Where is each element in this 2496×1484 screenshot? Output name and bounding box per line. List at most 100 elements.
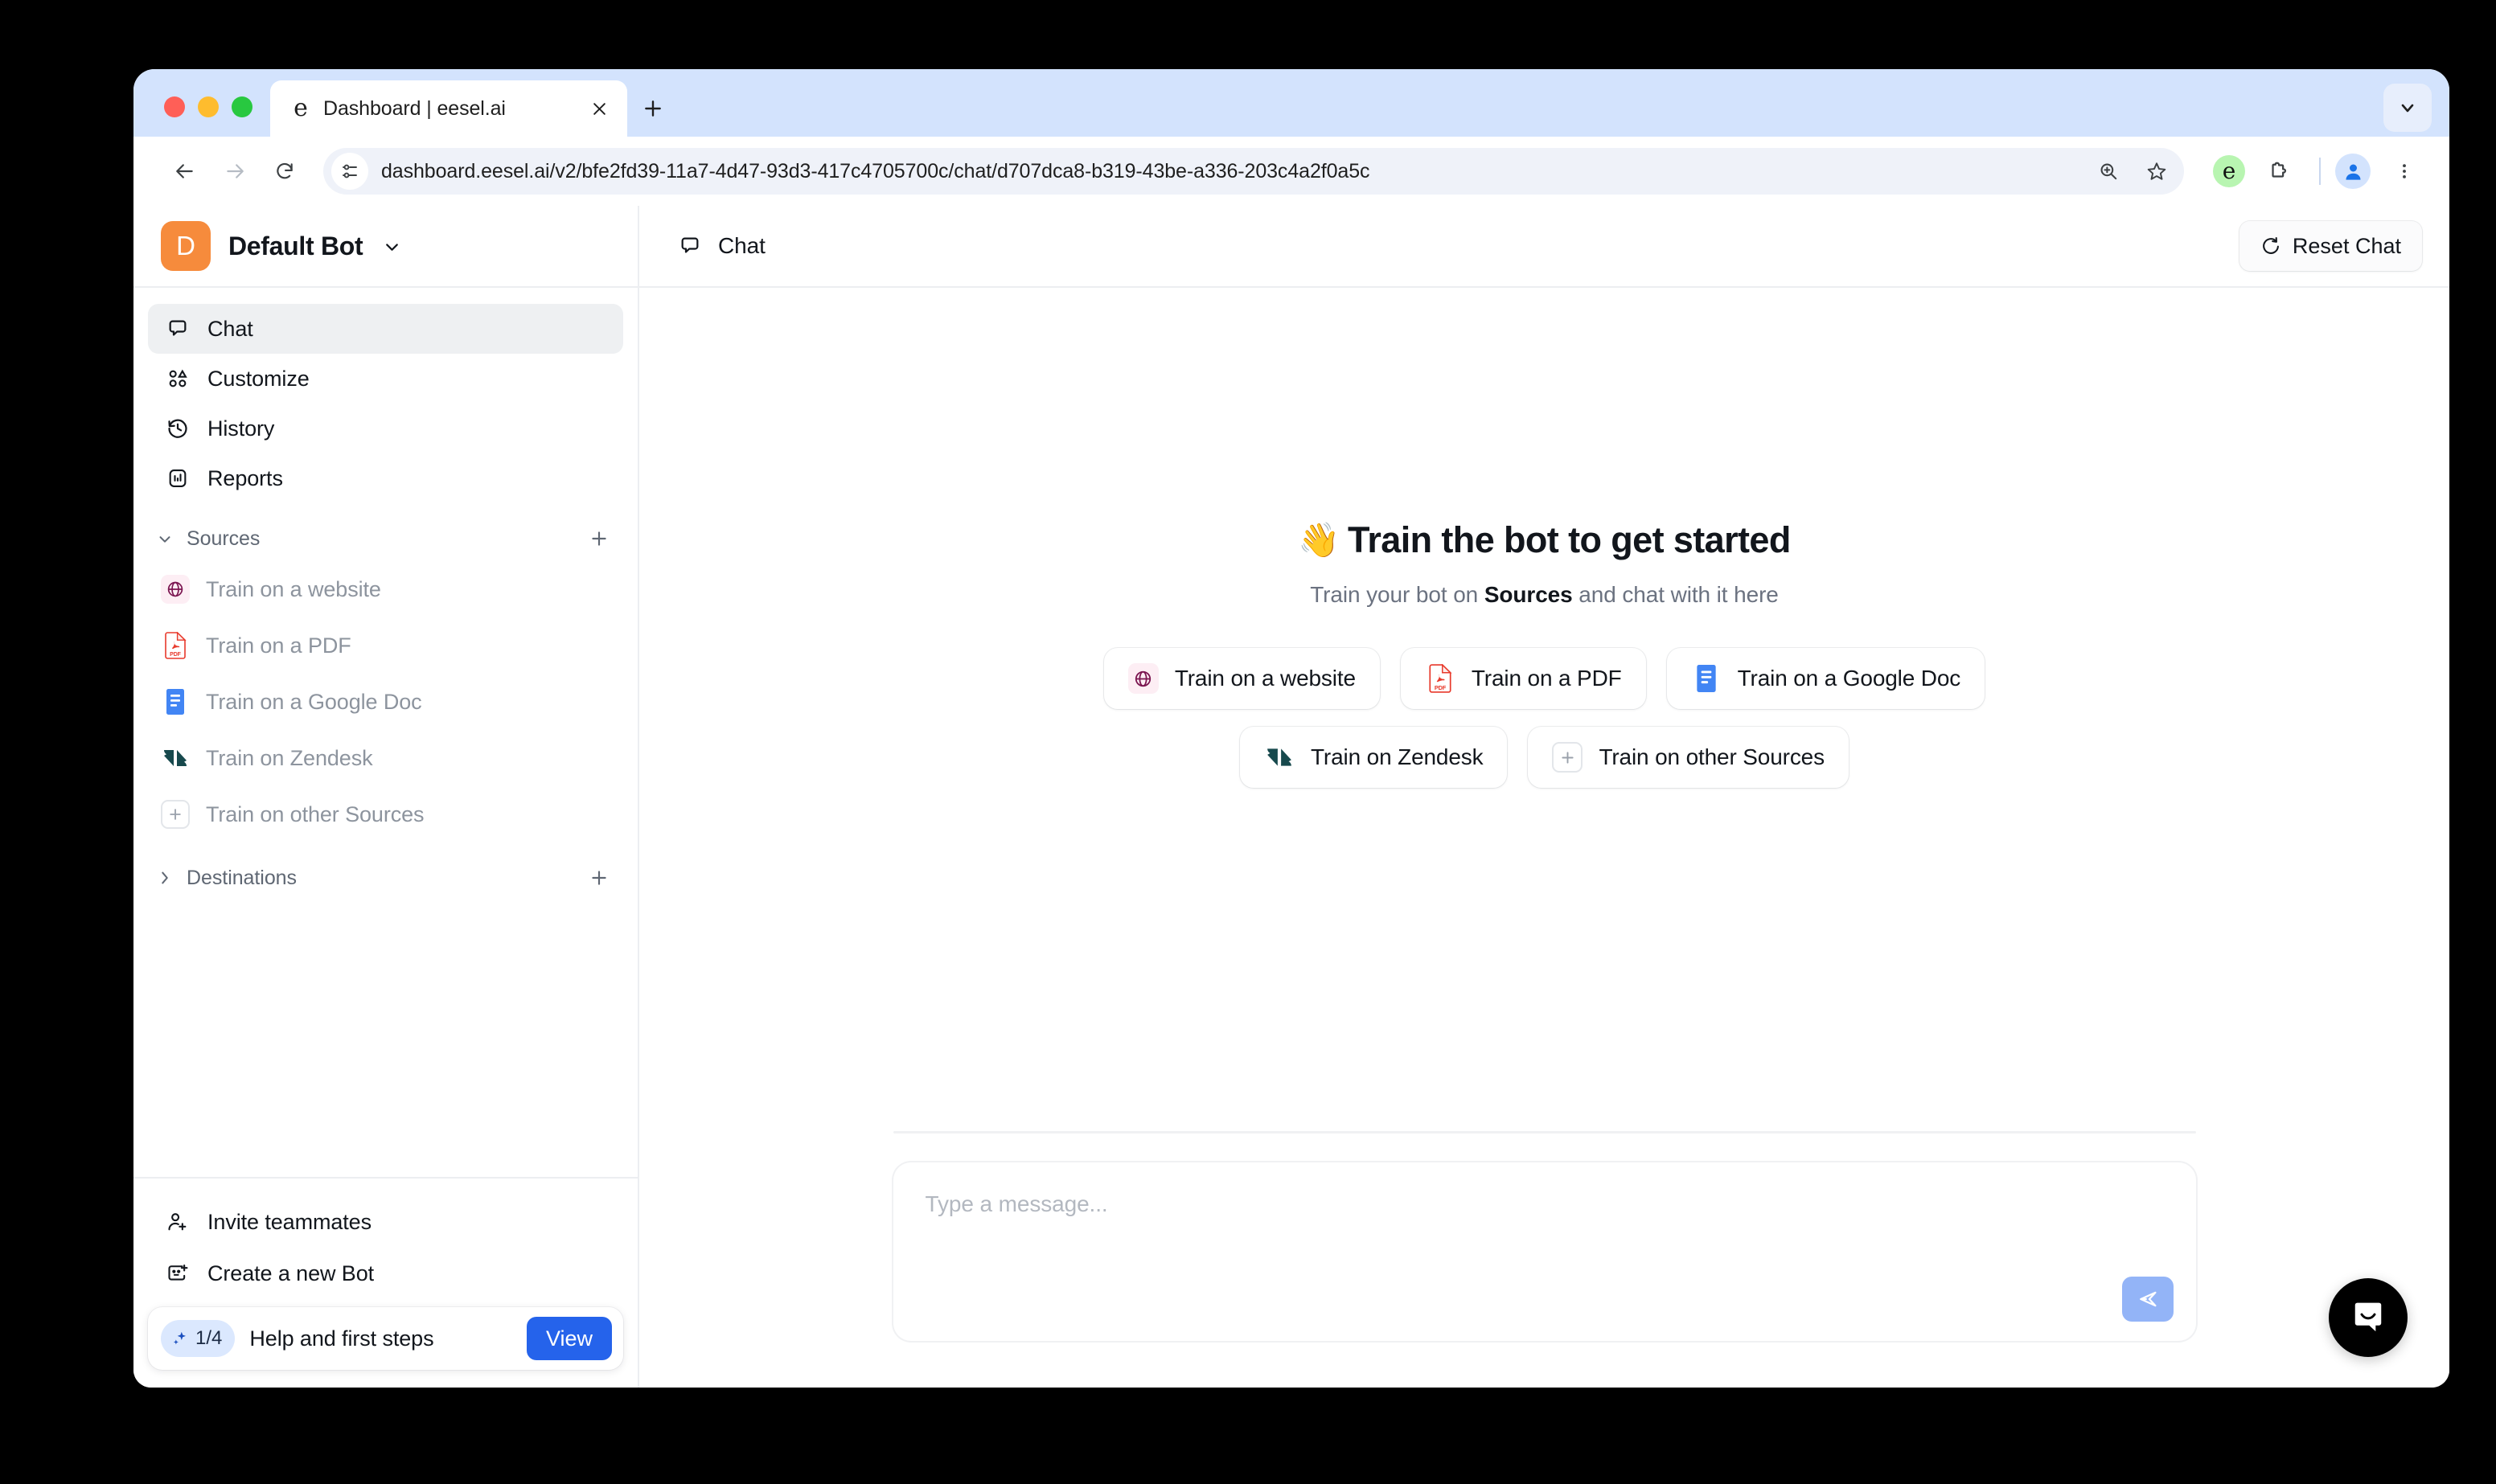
chevron-right-icon[interactable]	[156, 869, 177, 887]
empty-state-title-text: Train the bot to get started	[1347, 519, 1791, 560]
site-settings-icon[interactable]	[331, 153, 368, 190]
chip-train-on-other-sources[interactable]: Train on other Sources	[1528, 727, 1849, 788]
app-page: D Default Bot Chat Customize History Rep…	[133, 206, 2449, 1388]
sidebar-footer: Invite teammates Create a new Bot 1/4 He…	[133, 1177, 638, 1388]
intercom-chat-launcher[interactable]	[2329, 1278, 2408, 1357]
invite-teammates-button[interactable]: Invite teammates	[148, 1196, 623, 1248]
help-progress-text: 1/4	[195, 1327, 223, 1349]
sidebar-source-train-on-other-sources[interactable]: Train on other Sources	[133, 786, 638, 842]
help-view-button[interactable]: View	[526, 1317, 612, 1360]
chip-label: Train on a PDF	[1471, 666, 1622, 691]
device-frame: e Dashboard | eesel.ai dashboard.eesel.a…	[43, 19, 2453, 1465]
zendesk-icon	[1264, 742, 1295, 773]
send-paper-plane-icon	[2139, 1291, 2156, 1307]
maximize-window-button[interactable]	[232, 96, 252, 117]
omnibox-action-icons	[2088, 148, 2178, 195]
sidebar-item-customize[interactable]: Customize	[148, 354, 623, 404]
sidebar-item-label: Customize	[207, 366, 310, 391]
reset-chat-button[interactable]: Reset Chat	[2239, 221, 2422, 271]
zendesk-icon	[161, 744, 190, 773]
browser-tab-title: Dashboard | eesel.ai	[323, 96, 506, 120]
google-docs-icon	[1691, 663, 1722, 694]
zoom-in-icon[interactable]	[2088, 150, 2129, 192]
tab-search-chevron-down-icon[interactable]	[2383, 84, 2432, 132]
sources-group-header[interactable]: Sources	[133, 516, 638, 561]
new-tab-button[interactable]	[627, 80, 679, 137]
pdf-file-icon: PDF	[1425, 663, 1455, 694]
main-content: Chat Reset Chat 👋 Train the bot to get s…	[639, 206, 2449, 1388]
browser-tab-strip: e Dashboard | eesel.ai	[133, 69, 2449, 137]
user-plus-icon	[166, 1210, 190, 1234]
chip-train-on-a-website[interactable]: Train on a website	[1103, 648, 1380, 709]
forward-arrow-icon[interactable]	[212, 149, 257, 194]
back-arrow-icon[interactable]	[162, 149, 207, 194]
suggestion-chips: Train on a website PDF Train on a PDF Tr…	[1103, 648, 1985, 788]
intercom-chat-icon	[2354, 1302, 2382, 1332]
sidebar-item-label: Chat	[207, 316, 253, 341]
svg-text:PDF: PDF	[1435, 684, 1447, 691]
browser-tab[interactable]: e Dashboard | eesel.ai	[270, 80, 627, 137]
waving-hand-icon: 👋	[1298, 520, 1340, 559]
reset-chat-label: Reset Chat	[2292, 233, 2401, 258]
sidebar-nav: Chat Customize History Reports	[133, 288, 638, 503]
source-label: Train on a PDF	[206, 633, 351, 658]
bot-name: Default Bot	[228, 231, 363, 260]
sidebar-source-train-on-a-pdf[interactable]: PDF Train on a PDF	[133, 617, 638, 674]
chip-train-on-a-pdf[interactable]: PDF Train on a PDF	[1400, 648, 1646, 709]
sidebar-item-label: History	[207, 416, 275, 441]
app-sidebar: D Default Bot Chat Customize History Rep…	[133, 206, 639, 1388]
three-dot-menu-icon[interactable]	[2383, 150, 2425, 192]
star-icon[interactable]	[2136, 150, 2178, 192]
globe-icon	[161, 575, 190, 604]
source-label: Train on other Sources	[206, 801, 425, 826]
sidebar-source-train-on-zendesk[interactable]: Train on Zendesk	[133, 730, 638, 786]
minimize-window-button[interactable]	[198, 96, 219, 117]
sidebar-item-reports[interactable]: Reports	[148, 453, 623, 503]
extensions-puzzle-icon[interactable]	[2258, 150, 2300, 192]
bot-switcher[interactable]: D Default Bot	[133, 206, 638, 288]
address-bar[interactable]: dashboard.eesel.ai/v2/bfe2fd39-11a7-4d47…	[323, 148, 2184, 195]
address-bar-url: dashboard.eesel.ai/v2/bfe2fd39-11a7-4d47…	[381, 159, 1370, 182]
help-progress-badge: 1/4	[161, 1320, 236, 1357]
sidebar-item-history[interactable]: History	[148, 404, 623, 453]
chevron-down-icon[interactable]	[382, 236, 402, 256]
plus-box-icon	[161, 800, 190, 829]
browser-toolbar: dashboard.eesel.ai/v2/bfe2fd39-11a7-4d47…	[133, 137, 2449, 206]
footer-item-label: Create a new Bot	[207, 1261, 375, 1285]
add-destination-plus-icon[interactable]	[585, 863, 614, 892]
send-message-button[interactable]	[2121, 1277, 2174, 1322]
globe-icon	[1127, 663, 1159, 694]
tab-strip-spacer	[679, 80, 2383, 137]
message-input[interactable]: Type a message...	[893, 1162, 2196, 1341]
eesel-extension-icon[interactable]: e	[2213, 155, 2245, 187]
footer-item-label: Invite teammates	[207, 1209, 372, 1234]
main-header: Chat Reset Chat	[639, 206, 2449, 288]
sidebar-source-train-on-a-google-doc[interactable]: Train on a Google Doc	[133, 674, 638, 730]
composer-divider	[893, 1131, 2196, 1133]
message-input-placeholder: Type a message...	[925, 1191, 1108, 1216]
subtitle-bold: Sources	[1484, 582, 1573, 607]
sidebar-source-train-on-a-website[interactable]: Train on a website	[133, 561, 638, 617]
chat-bubble-icon	[678, 234, 702, 258]
toolbar-right-cluster: e	[2203, 150, 2425, 192]
help-card-label: Help and first steps	[249, 1326, 434, 1351]
chevron-down-icon[interactable]	[156, 530, 177, 547]
create-new-bot-button[interactable]: Create a new Bot	[148, 1248, 623, 1299]
reload-icon[interactable]	[262, 149, 307, 194]
chip-train-on-a-google-doc[interactable]: Train on a Google Doc	[1666, 648, 1985, 709]
destinations-group-header[interactable]: Destinations	[133, 855, 638, 900]
source-label: Train on a Google Doc	[206, 689, 422, 714]
sidebar-item-chat[interactable]: Chat	[148, 304, 623, 354]
shapes-icon	[166, 367, 190, 391]
chip-label: Train on Zendesk	[1311, 744, 1484, 769]
close-window-button[interactable]	[164, 96, 185, 117]
chip-train-on-zendesk[interactable]: Train on Zendesk	[1240, 727, 1508, 788]
add-source-plus-icon[interactable]	[585, 524, 614, 553]
main-header-left: Chat	[678, 233, 766, 259]
page-title: Chat	[718, 233, 766, 258]
close-tab-icon[interactable]	[584, 93, 614, 124]
help-and-first-steps-card[interactable]: 1/4 Help and first steps View	[148, 1307, 623, 1370]
profile-avatar-icon[interactable]	[2335, 154, 2371, 189]
empty-state-subtitle: Train your bot on Sources and chat with …	[1310, 582, 1779, 608]
